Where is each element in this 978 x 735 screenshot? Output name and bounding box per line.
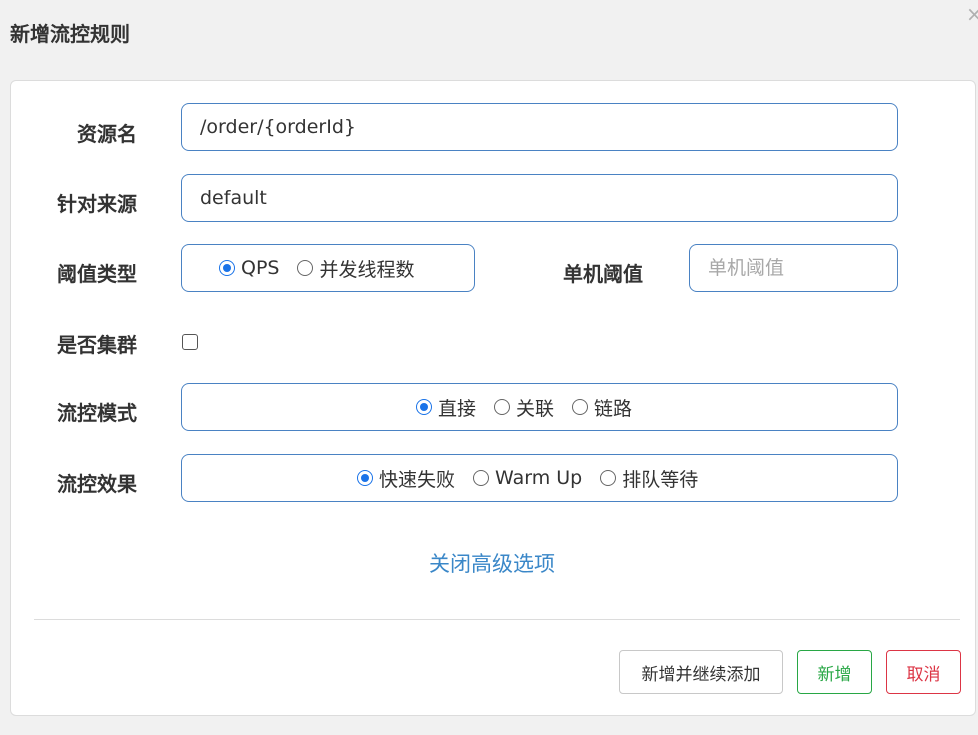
limit-app-label: 针对来源 [57, 192, 137, 216]
behavior-option-warm-up-label: Warm Up [495, 467, 583, 489]
radio-unchecked-icon[interactable] [600, 470, 617, 486]
radio-unchecked-icon[interactable] [572, 399, 589, 415]
strategy-option-relate-label: 关联 [516, 397, 555, 420]
grade-option-qps-label: QPS [241, 257, 280, 279]
cancel-button[interactable]: 取消 [886, 650, 961, 694]
grade-label: 阈值类型 [57, 262, 137, 286]
radio-checked-icon[interactable] [357, 470, 373, 486]
strategy-option-direct[interactable]: 直接 [416, 394, 476, 421]
behavior-option-queue-label: 排队等待 [622, 468, 699, 491]
radio-unchecked-icon[interactable] [473, 470, 490, 486]
control-behavior-label: 流控效果 [57, 472, 137, 496]
strategy-label: 流控模式 [57, 401, 137, 425]
control-behavior-radio-group: 快速失败 Warm Up 排队等待 [181, 454, 898, 502]
radio-checked-icon[interactable] [416, 399, 432, 415]
cluster-checkbox[interactable] [182, 334, 198, 350]
count-input[interactable]: 单机阈值 [689, 244, 898, 292]
behavior-option-queue[interactable]: 排队等待 [600, 465, 698, 492]
strategy-option-chain[interactable]: 链路 [572, 394, 632, 421]
grade-option-qps[interactable]: QPS [219, 257, 279, 279]
add-button[interactable]: 新增 [797, 650, 872, 694]
behavior-option-fail-fast-label: 快速失败 [379, 468, 456, 491]
grade-option-thread-label: 并发线程数 [319, 258, 415, 281]
radio-unchecked-icon[interactable] [494, 399, 511, 415]
grade-radio-group: QPS 并发线程数 [181, 244, 475, 292]
form-panel: 资源名 /order/{orderId} 针对来源 default 阈值类型 Q… [10, 80, 976, 716]
dialog-title: 新增流控规则 [10, 22, 130, 46]
resource-label: 资源名 [77, 122, 137, 146]
resource-input-value: /order/{orderId} [200, 116, 356, 138]
resource-input[interactable]: /order/{orderId} [181, 103, 898, 151]
add-and-continue-button[interactable]: 新增并继续添加 [619, 650, 783, 694]
advanced-options-toggle-link[interactable]: 关闭高级选项 [429, 548, 555, 578]
behavior-option-warm-up[interactable]: Warm Up [473, 467, 582, 489]
radio-checked-icon[interactable] [219, 260, 235, 276]
behavior-option-fail-fast[interactable]: 快速失败 [357, 465, 455, 492]
cluster-label: 是否集群 [57, 333, 137, 357]
limit-app-input[interactable]: default [181, 174, 898, 222]
grade-option-thread[interactable]: 并发线程数 [297, 255, 415, 282]
footer-divider [34, 619, 960, 620]
strategy-option-relate[interactable]: 关联 [494, 394, 554, 421]
strategy-option-direct-label: 直接 [438, 397, 477, 420]
radio-unchecked-icon[interactable] [297, 260, 314, 276]
count-input-placeholder: 单机阈值 [708, 257, 785, 279]
count-label: 单机阈值 [563, 262, 643, 286]
strategy-radio-group: 直接 关联 链路 [181, 383, 898, 431]
limit-app-input-value: default [200, 187, 267, 209]
strategy-option-chain-label: 链路 [594, 397, 633, 420]
close-icon[interactable]: × [966, 4, 978, 24]
